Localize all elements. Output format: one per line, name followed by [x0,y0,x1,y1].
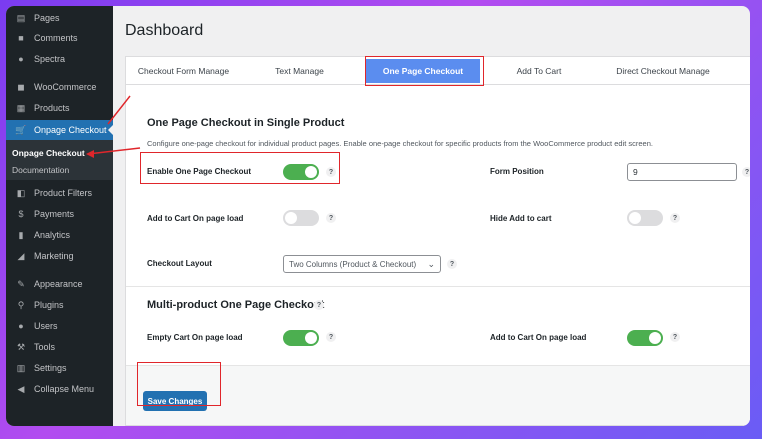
sidebar-item-woocommerce[interactable]: ◼ WooCommerce [6,77,113,97]
cart-icon: 🛒 [15,124,27,135]
admin-sidebar: ▤ Pages ■ Comments ● Spectra ◼ WooCommerce ▦… [6,6,113,426]
page-title: Dashboard [125,22,204,39]
section-divider [126,286,750,287]
filter-icon: ◧ [16,187,26,198]
sidebar-item-appearance[interactable]: ✎ Appearance [6,274,113,294]
form-position-label: Form Position [490,167,544,176]
settings-icon: ▥ [16,362,26,373]
sidebar-item-comments[interactable]: ■ Comments [6,28,113,48]
checkout-layout-select[interactable]: Two Columns (Product & Checkout) ⌄ [283,255,441,273]
sidebar-item-products[interactable]: ▦ Products [6,98,113,118]
main-content: Dashboard Checkout Form Manage Text Mana… [113,6,750,426]
toggle-knob [629,212,641,224]
help-icon[interactable]: ? [447,259,457,269]
highlight-save-button [137,362,221,406]
empty-cart-on-load-toggle[interactable] [283,330,319,346]
sidebar-item-users[interactable]: ● Users [6,316,113,336]
pages-icon: ▤ [16,12,26,23]
toggle-knob [305,332,317,344]
help-icon[interactable]: ? [326,213,336,223]
collapse-icon: ◀ [17,383,25,394]
tab-text-manage[interactable]: Text Manage [241,57,358,84]
tab-add-to-cart[interactable]: Add To Cart [480,57,598,84]
hide-add-to-cart-label: Hide Add to cart [490,214,552,223]
tools-icon: ⚒ [16,341,26,352]
form-position-input[interactable]: 9 [627,163,737,181]
sidebar-item-pages[interactable]: ▤ Pages [6,8,113,28]
multi-add-to-cart-on-load-toggle[interactable] [627,330,663,346]
empty-cart-on-load-label: Empty Cart On page load [147,333,243,342]
sidebar-item-onpage-checkout[interactable]: 🛒 Onpage Checkout [6,120,113,140]
toggle-knob [649,332,661,344]
sidebar-item-product-filters[interactable]: ◧ Product Filters [6,183,113,203]
section-title-single-product: One Page Checkout in Single Product [147,117,345,129]
chevron-down-icon: ⌄ [427,259,435,269]
tab-checkout-form-manage[interactable]: Checkout Form Manage [126,57,241,84]
highlight-tab [365,56,484,86]
sidebar-item-plugins[interactable]: ⚲ Plugins [6,295,113,315]
section-description: Configure one-page checkout for individu… [147,139,653,148]
checkout-layout-value: Two Columns (Product & Checkout) [289,259,417,269]
help-icon[interactable]: ? [670,213,680,223]
sidebar-item-spectra[interactable]: ● Spectra [6,49,113,69]
add-to-cart-on-load-toggle[interactable] [283,210,319,226]
toggle-knob [285,212,297,224]
onpage-checkout-submenu: Onpage Checkout Documentation [6,140,113,180]
hide-add-to-cart-toggle[interactable] [627,210,663,226]
highlight-enable-toggle [140,152,340,184]
payments-icon: $ [18,209,24,219]
help-icon[interactable]: ? [742,167,750,177]
woocommerce-icon: ◼ [17,81,25,92]
help-icon[interactable]: ? [314,300,324,310]
plugins-icon: ⚲ [17,299,25,310]
sidebar-item-analytics[interactable]: ▮ Analytics [6,225,113,245]
sidebar-item-collapse-menu[interactable]: ◀ Collapse Menu [6,379,113,399]
sidebar-item-tools[interactable]: ⚒ Tools [6,337,113,357]
help-icon[interactable]: ? [670,332,680,342]
wp-admin-window: ▤ Pages ■ Comments ● Spectra ◼ WooCommerce ▦… [6,6,750,426]
spectra-icon: ● [18,54,24,64]
submenu-onpage-checkout[interactable]: Onpage Checkout [12,148,85,158]
multi-add-to-cart-on-load-label: Add to Cart On page load [490,333,587,342]
marketing-icon: ◢ [17,250,25,261]
submenu-documentation[interactable]: Documentation [12,165,69,175]
users-icon: ● [18,321,24,331]
sidebar-item-payments[interactable]: $ Payments [6,204,113,224]
sidebar-item-settings[interactable]: ▥ Settings [6,358,113,378]
products-icon: ▦ [16,102,26,113]
analytics-icon: ▮ [18,229,24,240]
checkout-layout-label: Checkout Layout [147,259,212,268]
help-icon[interactable]: ? [326,332,336,342]
tab-direct-checkout-manage[interactable]: Direct Checkout Manage [598,57,728,84]
section-title-multi-product: Multi-product One Page Checkout [147,299,325,311]
add-to-cart-on-load-label: Add to Cart On page load [147,214,244,223]
sidebar-item-marketing[interactable]: ◢ Marketing [6,246,113,266]
appearance-icon: ✎ [17,278,25,289]
comments-icon: ■ [18,33,24,43]
